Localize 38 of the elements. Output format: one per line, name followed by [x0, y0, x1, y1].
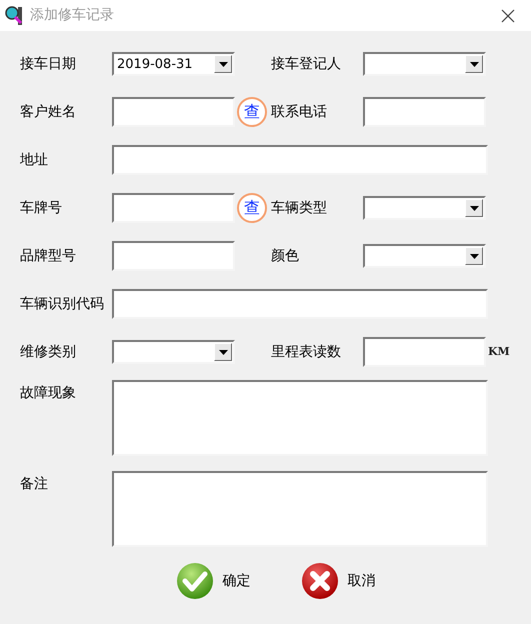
field-label: 车辆识别代码: [20, 294, 105, 314]
window-title: 添加修车记录: [30, 6, 115, 25]
input-field[interactable]: [112, 471, 488, 547]
cancel-button[interactable]: 取消: [300, 562, 376, 600]
input-field[interactable]: [363, 244, 486, 268]
lookup-button[interactable]: 查: [237, 97, 267, 127]
input-field[interactable]: 2019-08-31: [112, 52, 235, 76]
field-value: 2019-08-31: [116, 58, 194, 70]
close-icon: [300, 562, 338, 600]
input-field[interactable]: [112, 145, 488, 175]
field-label: 里程表读数: [271, 342, 342, 362]
field-label: 客户姓名: [20, 102, 77, 122]
input-field[interactable]: [112, 380, 488, 456]
lookup-button[interactable]: 查: [237, 193, 267, 223]
field-label: 品牌型号: [20, 246, 77, 266]
field-label: 车辆类型: [271, 198, 328, 218]
input-field[interactable]: [363, 52, 486, 76]
input-field[interactable]: [363, 337, 486, 367]
unit-label: KM: [488, 344, 510, 360]
field-label: 接车登记人: [271, 54, 342, 74]
checkmark-icon: [176, 562, 214, 600]
field-label: 备注: [20, 475, 49, 494]
input-field[interactable]: [112, 97, 235, 127]
field-label: 联系电话: [271, 102, 328, 122]
confirm-button[interactable]: 确定: [176, 562, 250, 600]
input-field[interactable]: [112, 340, 235, 364]
field-label: 颜色: [271, 246, 300, 266]
input-field[interactable]: [363, 196, 486, 220]
close-icon[interactable]: [501, 8, 515, 22]
field-label: 接车日期: [20, 54, 77, 74]
input-field[interactable]: [112, 193, 235, 223]
input-field[interactable]: [112, 289, 488, 319]
field-label: 维修类别: [20, 342, 77, 362]
field-label: 车牌号: [20, 198, 63, 218]
input-field[interactable]: [363, 97, 486, 127]
input-field[interactable]: [112, 241, 235, 271]
field-label: 故障现象: [20, 384, 77, 403]
field-label: 地址: [20, 150, 49, 170]
